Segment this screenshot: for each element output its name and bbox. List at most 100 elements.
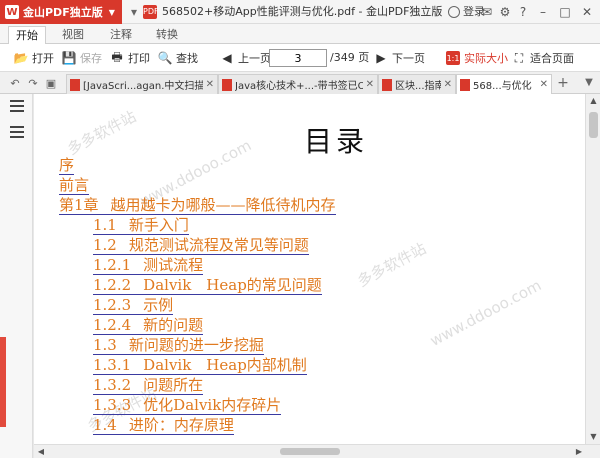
- printer-icon: 🖶: [111, 49, 123, 64]
- fit-page-label: 适合页面: [530, 52, 574, 65]
- horizontal-scroll-thumb[interactable]: [280, 448, 340, 455]
- fit-page-button[interactable]: ⛶ 适合页面: [512, 49, 574, 67]
- document-tab-bar: ↶ ↷ ▣ [JavaScri...agan.中文扫描版 ✕ Java核心技术+…: [0, 72, 600, 94]
- save-icon: 💾: [61, 51, 77, 65]
- side-panel-handle[interactable]: [0, 337, 6, 427]
- toc-link[interactable]: 1.3.3 优化Dalvik内存碎片: [93, 396, 282, 415]
- undo-icon[interactable]: ↶: [8, 76, 22, 90]
- toc-link[interactable]: 1.2.1 测试流程: [93, 256, 204, 275]
- doc-tab-2[interactable]: Java核心技术+...-带书签已OCR ✕: [218, 74, 378, 94]
- close-button[interactable]: ✕: [578, 0, 596, 24]
- pdf-file-icon: [460, 78, 470, 91]
- doc-tab-label: [JavaScri...agan.中文扫描版: [83, 81, 203, 92]
- mail-icon[interactable]: ✉: [478, 0, 496, 24]
- quick-access-dropdown-icon[interactable]: ▾: [126, 4, 142, 20]
- doc-tab-4[interactable]: 568...与优化 ✕: [456, 74, 552, 94]
- tab-annotate[interactable]: 注释: [104, 26, 138, 44]
- next-label: 下一页: [392, 52, 425, 65]
- toc-link[interactable]: 1.2.2 Dalvik Heap的常见问题: [93, 276, 322, 295]
- app-logo-icon: W: [5, 5, 19, 19]
- actual-size-label: 实际大小: [464, 52, 508, 65]
- save-small-icon[interactable]: ▣: [44, 76, 58, 90]
- user-icon: [448, 6, 460, 18]
- watermark: www.ddooo.com: [426, 276, 545, 350]
- scroll-left-icon[interactable]: ◀: [34, 445, 48, 458]
- scroll-down-icon[interactable]: ▼: [586, 430, 600, 444]
- pdf-file-icon: PDF: [143, 5, 159, 19]
- arrow-right-icon: ▶: [376, 51, 386, 65]
- toolbar: 📂 打开 💾 保存 🖶 打印 🔍 查找 ◀ 上一页 /349 页 ▶ 下一页 1…: [0, 44, 600, 72]
- new-tab-icon[interactable]: +: [556, 72, 570, 94]
- ribbon-tab-bar: 开始 视图 注释 转换: [0, 24, 600, 44]
- maximize-button[interactable]: □: [556, 0, 574, 24]
- doc-tab-3[interactable]: 区块...指南 ✕: [378, 74, 456, 94]
- pdf-file-icon: [70, 78, 80, 91]
- prev-page-button[interactable]: ◀ 上一页: [220, 49, 271, 67]
- toc-link[interactable]: 1.3.2 问题所在: [93, 376, 204, 395]
- app-menu-button[interactable]: W 金山PDF独立版 ▼: [0, 0, 122, 24]
- horizontal-scrollbar[interactable]: ◀ ▶: [34, 444, 600, 458]
- tab-view[interactable]: 视图: [56, 26, 90, 44]
- search-icon: 🔍: [157, 51, 173, 65]
- close-tab-icon[interactable]: ✕: [206, 79, 214, 90]
- scroll-up-icon[interactable]: ▲: [586, 94, 600, 108]
- find-label: 查找: [176, 52, 198, 65]
- toc-link[interactable]: 1.2.4 新的问题: [93, 316, 204, 335]
- toc-title: 目录: [304, 125, 369, 158]
- pdf-file-icon: [222, 78, 232, 91]
- print-button[interactable]: 🖶 打印: [110, 49, 150, 67]
- watermark: 多多软件站: [64, 107, 140, 159]
- close-tab-icon[interactable]: ✕: [444, 79, 452, 90]
- help-icon[interactable]: ?: [514, 0, 532, 24]
- document-page[interactable]: 多多软件站 www.ddooo.com 多多软件站 www.ddooo.com …: [34, 94, 585, 444]
- toc-link[interactable]: 序: [59, 156, 75, 175]
- doc-tab-label: 区块...指南: [395, 81, 441, 92]
- folder-icon: 📂: [13, 51, 29, 65]
- settings-icon[interactable]: ⚙: [496, 0, 514, 24]
- toc-link[interactable]: 1.3 新问题的进一步挖掘: [93, 336, 264, 355]
- doc-tab-label: Java核心技术+...-带书签已OCR: [235, 81, 363, 92]
- title-bar: W 金山PDF独立版 ▼ ▾ PDF 568502+移动App性能评测与优化.p…: [0, 0, 600, 24]
- redo-icon[interactable]: ↷: [26, 76, 40, 90]
- open-button[interactable]: 📂 打开: [14, 49, 54, 67]
- thumbnails-icon[interactable]: [10, 126, 24, 138]
- page-number-input[interactable]: [269, 49, 327, 67]
- toc-link[interactable]: 1.4 进阶：内存原理: [93, 416, 234, 435]
- arrow-left-icon: ◀: [222, 51, 232, 65]
- next-page-button[interactable]: ▶ 下一页: [374, 49, 425, 67]
- toc-link[interactable]: 1.2.3 示例: [93, 296, 174, 315]
- toc-link[interactable]: 前言: [59, 176, 90, 195]
- open-label: 打开: [32, 52, 54, 65]
- app-name: 金山PDF独立版: [23, 6, 103, 19]
- print-label: 打印: [128, 52, 150, 65]
- toc-link[interactable]: 第1章 越用越卡为哪般——降低待机内存: [59, 196, 336, 215]
- tab-list-icon[interactable]: ▼: [582, 72, 596, 94]
- close-tab-icon[interactable]: ✕: [366, 79, 374, 90]
- find-button[interactable]: 🔍 查找: [158, 49, 198, 67]
- save-button[interactable]: 💾 保存: [62, 49, 102, 67]
- fit-page-icon: ⛶: [514, 50, 524, 65]
- toc-link[interactable]: 1.1 新手入门: [93, 216, 189, 235]
- close-tab-icon[interactable]: ✕: [540, 79, 548, 90]
- tab-convert[interactable]: 转换: [150, 26, 184, 44]
- prev-label: 上一页: [238, 52, 271, 65]
- pdf-file-icon: [382, 78, 392, 91]
- save-label: 保存: [80, 52, 102, 65]
- side-panel: [0, 94, 33, 458]
- actual-size-button[interactable]: 1:1 实际大小: [446, 49, 508, 67]
- toc-link[interactable]: 1.2 规范测试流程及常见等问题: [93, 236, 309, 255]
- scroll-right-icon[interactable]: ▶: [572, 445, 586, 458]
- outline-icon[interactable]: [10, 100, 24, 112]
- watermark: 多多软件站: [354, 239, 430, 291]
- vertical-scrollbar[interactable]: ▲ ▼: [585, 94, 600, 444]
- toc-link[interactable]: 1.3.1 Dalvik Heap内部机制: [93, 356, 307, 375]
- chevron-down-icon: ▼: [108, 7, 115, 17]
- actual-size-icon: 1:1: [446, 51, 460, 65]
- doc-tab-1[interactable]: [JavaScri...agan.中文扫描版 ✕: [66, 74, 218, 94]
- vertical-scroll-thumb[interactable]: [589, 112, 598, 138]
- doc-tab-label: 568...与优化: [473, 81, 532, 92]
- window-title: 568502+移动App性能评测与优化.pdf - 金山PDF独立版: [162, 5, 443, 18]
- page-total: /349 页: [330, 51, 370, 64]
- minimize-button[interactable]: –: [534, 0, 552, 24]
- tab-start[interactable]: 开始: [8, 26, 46, 44]
